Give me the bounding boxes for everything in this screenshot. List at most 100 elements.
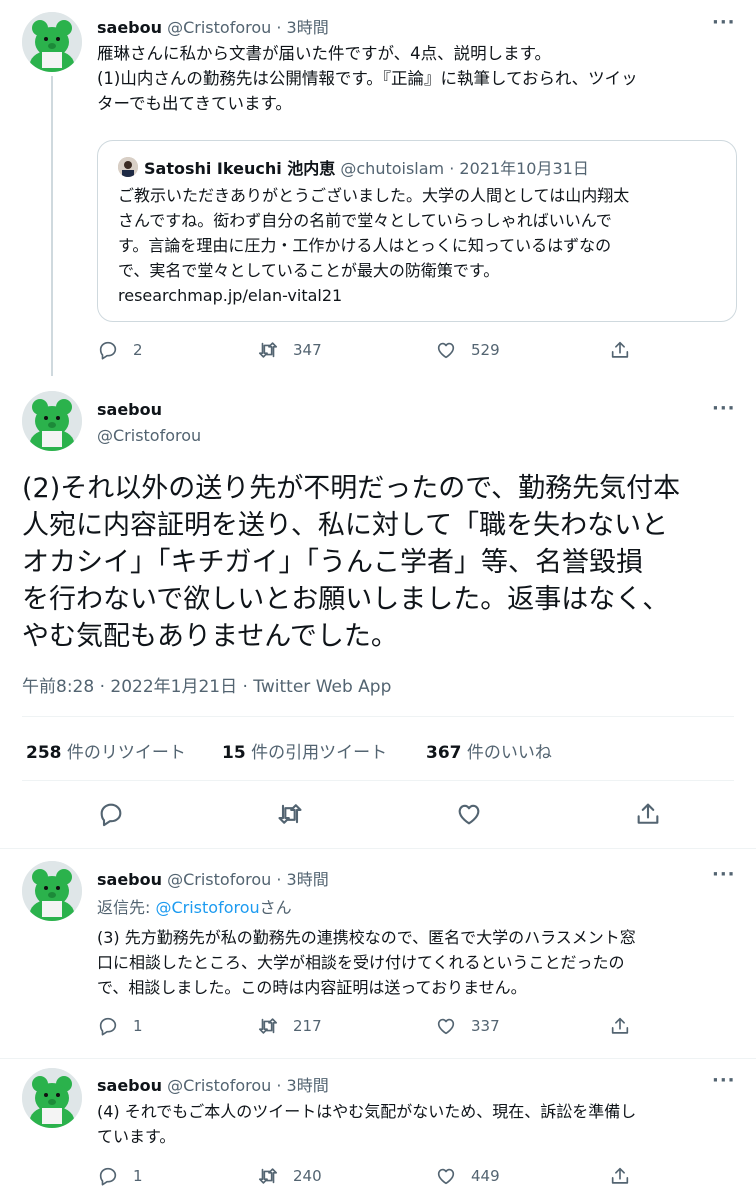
tweet-text-line: 口に相談したところ、大学が相談を受け付けてくれるということだったの <box>97 953 625 972</box>
like-button[interactable] <box>455 800 485 830</box>
quoted-tweet[interactable]: Satoshi Ikeuchi 池内恵 @chutoislam · 2021年1… <box>97 140 737 322</box>
share-button[interactable] <box>609 1014 631 1038</box>
tweet-text-line: (1)山内さんの勤務先は公開情報です。『正論』に執筆しておられ、ツイッ <box>97 69 638 88</box>
reply-button[interactable]: 1 <box>97 1014 143 1038</box>
retweet-stat[interactable]: 258 件のリツイート <box>26 738 186 763</box>
tweet-text-line: (4) それでもご本人のツイートはやむ気配がないため、現在、訴訟を準備し <box>97 1102 637 1121</box>
quote-display-name: Satoshi Ikeuchi 池内恵 <box>144 159 336 178</box>
share-icon <box>611 1017 629 1034</box>
quote-header: Satoshi Ikeuchi 池内恵 @chutoislam · 2021年1… <box>118 155 589 179</box>
timestamp[interactable]: 3時間 <box>287 18 329 37</box>
main-user-handle[interactable]: @Cristoforou <box>97 426 201 445</box>
reply-icon <box>99 1167 117 1186</box>
divider <box>0 1058 756 1059</box>
reply-count: 1 <box>133 1017 143 1035</box>
like-icon <box>437 1168 455 1185</box>
share-button[interactable] <box>634 800 664 830</box>
share-button[interactable] <box>609 338 631 362</box>
main-display-name[interactable]: saebou <box>97 400 162 419</box>
tweet-actions: 1 240 449 <box>97 1164 737 1188</box>
tweet-actions: 1 217 337 <box>97 1014 737 1038</box>
more-icon[interactable]: ··· <box>712 1070 736 1091</box>
quote-link[interactable]: researchmap.jp/elan-vital21 <box>118 283 728 308</box>
main-tweet-line: (2)それ以外の送り先が不明だったので、勤務先気付本 <box>22 473 681 504</box>
like-count: 449 <box>471 1167 500 1185</box>
display-name[interactable]: saebou <box>97 870 162 889</box>
quote-date: 2021年10月31日 <box>459 159 589 178</box>
display-name[interactable]: saebou <box>97 1076 162 1095</box>
main-tweet-line: やむ気配もありませんでした。 <box>22 621 398 652</box>
quote-stat[interactable]: 15 件の引用ツイート <box>222 738 387 763</box>
divider <box>0 848 756 849</box>
tweet-meta[interactable]: 午前8:28 · 2022年1月21日 · Twitter Web App <box>22 672 391 697</box>
quote-text: ご教示いただきありがとうございました。大学の人間としては山内翔太 さんですね。衒… <box>118 183 728 308</box>
retweet-stat-label: 件のリツイート <box>61 743 186 763</box>
retweet-count: 240 <box>293 1167 322 1185</box>
retweet-button[interactable] <box>276 800 306 830</box>
like-icon <box>437 342 455 359</box>
thread-line <box>51 76 53 376</box>
like-icon <box>458 804 480 825</box>
tweet-text-line: ターでも出てきています。 <box>97 94 292 113</box>
reply-icon <box>99 1017 117 1036</box>
tweet-text: (4) それでもご本人のツイートはやむ気配がないため、現在、訴訟を準備し ていま… <box>97 1099 742 1149</box>
like-button[interactable]: 529 <box>435 338 500 362</box>
separator: · <box>271 870 287 889</box>
tweet-text-line: 雁琳さんに私から文書が届いた件ですが、4点、説明します。 <box>97 44 552 63</box>
reply-button[interactable]: 2 <box>97 338 143 362</box>
tweet-text-line: ています。 <box>97 1127 176 1146</box>
like-button[interactable]: 337 <box>435 1014 500 1038</box>
more-icon[interactable]: ··· <box>712 12 736 33</box>
avatar[interactable] <box>22 1068 82 1128</box>
tweet-text: (3) 先方勤務先が私の勤務先の連携校なので、匿名で大学のハラスメント窓 口に相… <box>97 925 742 1000</box>
like-stat-label: 件のいいね <box>461 743 552 763</box>
quote-text-line: さんですね。衒わず自分の名前で堂々としていらっしゃればいいんで <box>118 211 612 230</box>
more-icon[interactable]: ··· <box>712 864 736 885</box>
like-stat[interactable]: 367 件のいいね <box>426 738 552 763</box>
quote-stat-count: 15 <box>222 743 246 763</box>
retweet-icon <box>258 1018 278 1034</box>
retweet-icon <box>258 1168 278 1184</box>
quote-avatar <box>118 157 138 177</box>
reply-to-handle[interactable]: @Cristoforou <box>155 898 259 917</box>
reply-icon <box>100 803 122 827</box>
main-tweet-text: (2)それ以外の送り先が不明だったので、勤務先気付本 人宛に内容証明を送り、私に… <box>22 470 732 655</box>
retweet-stat-count: 258 <box>26 743 62 763</box>
reply-button[interactable]: 1 <box>97 1164 143 1188</box>
reply-to: 返信先: @Cristoforouさん <box>97 894 292 918</box>
separator: · <box>271 1076 287 1095</box>
share-icon <box>611 341 629 358</box>
like-button[interactable]: 449 <box>435 1164 500 1188</box>
main-tweet-line: を行わないで欲しいとお願いしました。返事はなく、 <box>22 584 670 615</box>
reply-icon <box>99 341 117 360</box>
reply-count: 2 <box>133 341 143 359</box>
separator: · <box>271 18 287 37</box>
like-count: 337 <box>471 1017 500 1035</box>
separator: · <box>444 159 460 178</box>
user-handle[interactable]: @Cristoforou <box>167 18 271 37</box>
reply-to-prefix: 返信先: <box>97 898 156 917</box>
quote-stat-label: 件の引用ツイート <box>245 743 388 763</box>
like-icon <box>437 1018 455 1035</box>
user-handle[interactable]: @Cristoforou <box>167 1076 271 1095</box>
main-tweet-line: オカシイ」「キチガイ」「うんこ学者」等、名誉毀損 <box>22 547 643 578</box>
retweet-button[interactable]: 240 <box>257 1164 322 1188</box>
avatar[interactable] <box>22 12 82 72</box>
timestamp[interactable]: 3時間 <box>287 870 329 889</box>
reply-button[interactable] <box>97 800 127 830</box>
share-icon <box>637 803 659 824</box>
avatar[interactable] <box>22 861 82 921</box>
retweet-count: 217 <box>293 1017 322 1035</box>
share-icon <box>611 1167 629 1184</box>
display-name[interactable]: saebou <box>97 18 162 37</box>
user-handle[interactable]: @Cristoforou <box>167 870 271 889</box>
avatar[interactable] <box>22 391 82 451</box>
retweet-button[interactable]: 217 <box>257 1014 322 1038</box>
main-tweet-line: 人宛に内容証明を送り、私に対して「職を失わないと <box>22 510 669 541</box>
timestamp[interactable]: 3時間 <box>287 1076 329 1095</box>
retweet-icon <box>258 342 278 358</box>
retweet-button[interactable]: 347 <box>257 338 322 362</box>
more-icon[interactable]: ··· <box>712 398 736 419</box>
tweet-header: saebou @Cristoforou · 3時間 <box>97 866 329 890</box>
share-button[interactable] <box>609 1164 631 1188</box>
